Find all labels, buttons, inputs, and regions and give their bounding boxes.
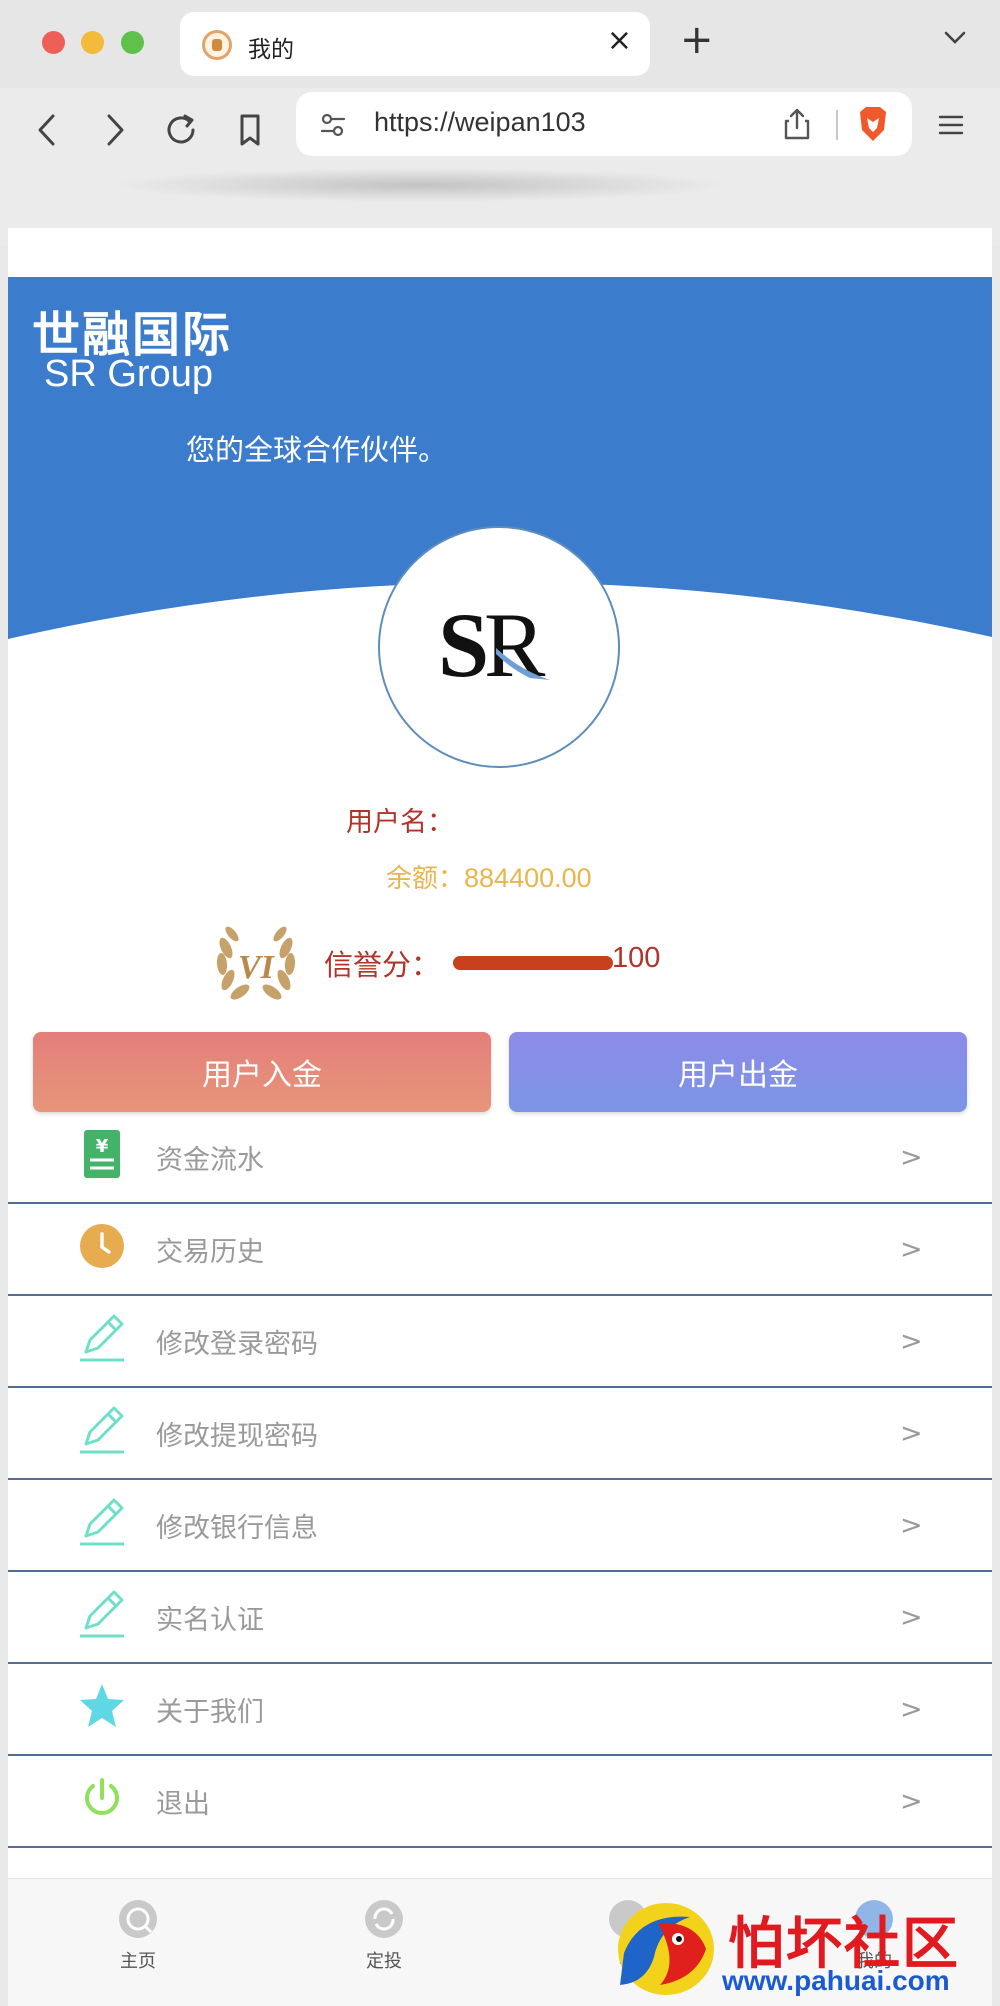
menu-label: 修改登录密码 — [156, 1329, 318, 1360]
favicon-icon — [202, 30, 232, 60]
username-label: 用户名： — [346, 807, 454, 838]
watermark-logo-icon — [618, 1903, 714, 1995]
tab-label: 定投 — [366, 1951, 402, 1972]
deposit-button[interactable]: 用户入金 — [33, 1032, 491, 1112]
chevron-right-icon: > — [900, 1234, 923, 1265]
pencil-icon — [80, 1314, 124, 1362]
brand-slogan: 您的全球合作伙伴。 — [186, 433, 448, 467]
credit-label: 信誉分： — [324, 948, 441, 982]
bookmark-icon[interactable] — [228, 108, 272, 152]
watermark: 怕坏社区 www.pahuai.com — [600, 1893, 1000, 2006]
back-icon[interactable] — [26, 108, 70, 152]
ledger-icon: ¥ — [84, 1130, 120, 1178]
address-bar[interactable]: https://weipan103 — [296, 92, 912, 156]
invest-icon — [365, 1900, 403, 1938]
active-tab[interactable]: 我的 × — [180, 12, 650, 76]
menu-item-about[interactable]: 关于我们 > — [8, 1664, 992, 1756]
account-menu: ¥ 资金流水 > 交易历史 > 修改登录密码 > 修改提现密码 > 修改银行信息… — [8, 1112, 992, 1848]
chevron-right-icon: > — [900, 1418, 923, 1449]
menu-icon[interactable] — [938, 114, 964, 136]
tab-title: 我的 — [248, 37, 294, 63]
balance: 余额：884400.00 — [386, 858, 592, 895]
home-icon — [119, 1900, 157, 1938]
pencil-icon — [80, 1590, 124, 1638]
reload-icon[interactable] — [160, 108, 204, 152]
menu-item-verification[interactable]: 实名认证 > — [8, 1572, 992, 1664]
balance-label: 余额： — [386, 864, 465, 894]
chevron-right-icon: > — [900, 1786, 923, 1817]
menu-label: 退出 — [156, 1789, 210, 1820]
profile-page: 世融国际 SR Group 您的全球合作伙伴。 S R 用户名： 余额：8844… — [8, 228, 992, 2006]
laurel-badge-icon: VI — [216, 926, 296, 1000]
menu-label: 交易历史 — [156, 1237, 264, 1268]
chevron-right-icon: > — [900, 1510, 923, 1541]
svg-text:S: S — [438, 594, 489, 696]
site-settings-icon[interactable] — [318, 110, 348, 140]
withdraw-button[interactable]: 用户出金 — [509, 1032, 967, 1112]
menu-item-withdraw-password[interactable]: 修改提现密码 > — [8, 1388, 992, 1480]
balance-value: 884400.00 — [464, 863, 592, 893]
divider — [836, 110, 838, 140]
credit-score: 100 — [612, 942, 661, 974]
svg-text:¥: ¥ — [96, 1136, 109, 1157]
window-close-button[interactable] — [42, 31, 65, 54]
pencil-icon — [80, 1406, 124, 1454]
power-icon — [85, 1778, 119, 1815]
menu-label: 修改提现密码 — [156, 1421, 318, 1452]
chevron-right-icon: > — [900, 1694, 923, 1725]
menu-label: 资金流水 — [156, 1145, 264, 1176]
pencil-icon — [80, 1498, 124, 1546]
tab-invest[interactable]: 定投 — [324, 1897, 444, 1973]
window-zoom-button[interactable] — [121, 31, 144, 54]
svg-text:R: R — [484, 594, 546, 696]
menu-label: 关于我们 — [156, 1697, 264, 1728]
avatar[interactable]: S R — [378, 526, 620, 768]
close-tab-icon[interactable]: × — [607, 26, 632, 56]
clock-icon — [80, 1224, 124, 1268]
chevron-down-icon[interactable] — [943, 30, 967, 46]
brand-name-en: SR Group — [44, 353, 213, 395]
star-icon — [80, 1684, 124, 1727]
window-minimize-button[interactable] — [81, 31, 104, 54]
menu-label: 修改银行信息 — [156, 1513, 318, 1544]
new-tab-button[interactable]: + — [680, 20, 714, 60]
menu-item-trade-history[interactable]: 交易历史 > — [8, 1204, 992, 1296]
url-text[interactable]: https://weipan103 — [374, 107, 586, 138]
tab-home[interactable]: 主页 — [78, 1897, 198, 1973]
menu-item-fund-flow[interactable]: ¥ 资金流水 > — [8, 1112, 992, 1204]
tab-label: 主页 — [120, 1951, 156, 1972]
credit-progress-bar — [453, 956, 613, 970]
menu-item-login-password[interactable]: 修改登录密码 > — [8, 1296, 992, 1388]
chevron-right-icon: > — [900, 1602, 923, 1633]
loading-shadow — [110, 168, 730, 202]
browser-tab-bar: 我的 × + — [0, 0, 1000, 88]
sr-logo-icon: S R — [438, 594, 550, 696]
watermark-url: www.pahuai.com — [722, 1965, 950, 1996]
menu-label: 实名认证 — [156, 1605, 264, 1636]
chevron-right-icon: > — [900, 1142, 923, 1173]
vip-level-text: VI — [238, 949, 276, 986]
browser-toolbar: https://weipan103 — [0, 88, 1000, 246]
brave-shield-icon[interactable] — [856, 104, 890, 144]
share-icon[interactable] — [782, 106, 812, 142]
menu-item-logout[interactable]: 退出 > — [8, 1756, 992, 1848]
chevron-right-icon: > — [900, 1326, 923, 1357]
forward-icon[interactable] — [92, 108, 136, 152]
menu-item-bank-info[interactable]: 修改银行信息 > — [8, 1480, 992, 1572]
